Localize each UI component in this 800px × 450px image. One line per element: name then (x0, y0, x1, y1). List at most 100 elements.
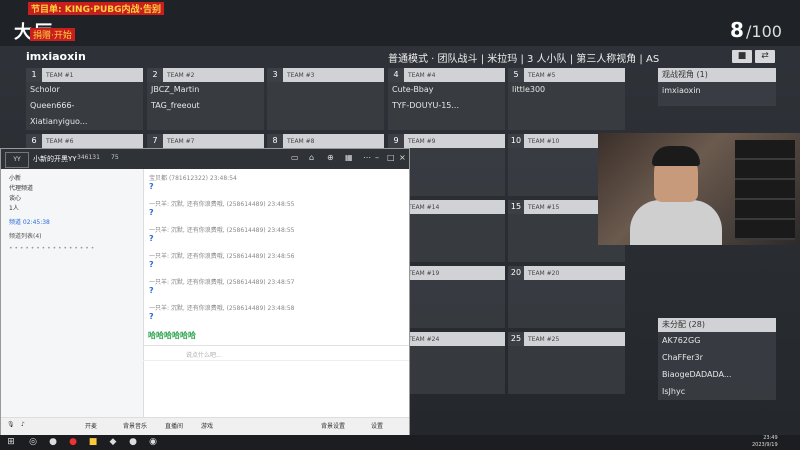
team-header: 20 TEAM #20 (508, 266, 625, 280)
app-icon[interactable]: ● (126, 435, 140, 450)
voice-chat-window[interactable]: YY 小新的开黑YY 346131 75 ▭ ⌂ ⊕ ▦ ⋯ – □ × 小新 … (0, 148, 410, 435)
team-label: TEAM #7 (167, 138, 195, 145)
message-header: 一只羊: 沉默, 还有你浪费哦, (258614489) 23:48:55 (149, 225, 294, 234)
swap-icon: ⇄ (761, 51, 769, 61)
bgm-button[interactable]: 背景音乐 (123, 421, 147, 430)
swap-button[interactable]: ⇄ (755, 50, 775, 63)
team-label: TEAM #19 (408, 270, 440, 277)
team-player[interactable]: little300 (508, 82, 625, 98)
team-number: 9 (388, 134, 404, 148)
screen-icon[interactable]: ▭ (291, 153, 299, 162)
message-text: ? (149, 312, 154, 321)
chat-room-name: 小新的开黑YY (33, 155, 77, 163)
team-header: 5 TEAM #5 (508, 68, 625, 82)
channel-row[interactable]: 小新 (9, 173, 21, 182)
unassigned-player[interactable]: IsJhyc (658, 383, 776, 400)
team-number: 2 (147, 68, 163, 82)
unassigned-panel[interactable]: 未分配 (28) AK762GG ChaFFer3r BiaogeDADADA.… (658, 318, 776, 400)
app-icon[interactable]: ◉ (146, 435, 160, 450)
spectate-title: 观战视角 (1) (658, 68, 776, 82)
team-slot[interactable]: 25 TEAM #25 (508, 332, 625, 394)
team-player[interactable]: Xiatianyiguo... (26, 114, 143, 130)
unassigned-player[interactable]: ChaFFer3r (658, 349, 776, 366)
team-number: 20 (508, 266, 524, 280)
minimize-icon[interactable]: – (375, 153, 379, 162)
app-icon[interactable]: ● (46, 435, 60, 450)
message-user: 宝贝都 (149, 175, 168, 182)
team-number: 3 (267, 68, 283, 82)
unassigned-player[interactable]: BiaogeDADADA... (658, 366, 776, 383)
team-player[interactable]: JBCZ_Martin (147, 82, 264, 98)
team-player[interactable]: Cute-Bbay (388, 82, 505, 98)
team-label: TEAM #6 (46, 138, 74, 145)
webcam-person-body (630, 200, 722, 245)
unassigned-player[interactable]: AK762GG (658, 332, 776, 349)
team-slot[interactable]: 5 TEAM #5 little300 (508, 68, 625, 130)
task-view-icon[interactable]: ◎ (26, 435, 40, 450)
taskbar-clock[interactable]: 23:49 2023/9/19 (752, 435, 778, 449)
hall-subtitle: 捐赠·开始 (30, 28, 75, 41)
webcam-person-hair (652, 146, 700, 166)
team-number: 25 (508, 332, 524, 346)
message-toolbar[interactable] (143, 345, 409, 361)
team-label: TEAM #24 (408, 336, 440, 343)
app-icon[interactable]: ■ (86, 435, 100, 450)
team-player[interactable]: Scholor (26, 82, 143, 98)
team-label: TEAM #2 (167, 72, 195, 79)
chat-online-count: 75 (111, 154, 119, 161)
app-icon[interactable]: ◆ (106, 435, 120, 450)
open-mic-button[interactable]: 开麦 (85, 421, 97, 430)
team-player[interactable]: Queen666- (26, 98, 143, 114)
close-icon[interactable]: × (399, 153, 406, 162)
maximize-icon[interactable]: □ (387, 153, 395, 162)
spectate-panel[interactable]: 观战视角 (1) imxiaoxin (658, 68, 776, 106)
gamepad-icon[interactable]: ⊕ (327, 153, 334, 162)
channel-row[interactable]: 代理频道 (9, 183, 33, 192)
team-slot[interactable]: 3 TEAM #3 (267, 68, 384, 130)
game-button[interactable]: 游戏 (201, 421, 213, 430)
message-header: 一只羊: 沉默, 还有你浪费哦, (258614489) 23:48:55 (149, 199, 294, 208)
live-room-button[interactable]: 直播间 (165, 421, 183, 430)
grid-icon[interactable]: ▦ (345, 153, 353, 162)
program-banner: 节目单: KING·PUBG内战·告别 (28, 2, 164, 15)
more-icon[interactable]: ⋯ (363, 153, 371, 162)
message-area[interactable]: 宝贝都 (781612322) 23:48:54? 一只羊: 沉默, 还有你浪费哦… (143, 169, 409, 344)
chat-titlebar[interactable]: YY 小新的开黑YY 346131 75 ▭ ⌂ ⊕ ▦ ⋯ – □ × (1, 149, 409, 169)
home-icon[interactable]: ⌂ (309, 153, 314, 162)
team-slot[interactable]: 4 TEAM #4 Cute-Bbay TYF-DOUYU-15... (388, 68, 505, 130)
lock-button[interactable]: ■ (732, 50, 752, 63)
message-user: 一只羊: 沉默, 还有你浪费哦, (149, 253, 225, 260)
team-header: 3 TEAM #3 (267, 68, 384, 82)
team-number: 10 (508, 134, 524, 148)
windows-start-icon[interactable]: ⊞ (4, 435, 18, 450)
team-slot[interactable]: 20 TEAM #20 (508, 266, 625, 328)
channel-timer: 频道 02:45:38 (9, 219, 50, 226)
team-slot[interactable]: 2 TEAM #2 JBCZ_Martin TAG_freeout (147, 68, 264, 130)
app-icon[interactable]: ● (66, 435, 80, 450)
clock-date: 2023/9/19 (752, 442, 778, 448)
spectate-player[interactable]: imxiaoxin (658, 82, 776, 99)
team-label: TEAM #4 (408, 72, 436, 79)
team-player[interactable]: TAG_freeout (147, 98, 264, 114)
chat-room-id: 346131 (77, 154, 100, 161)
team-player[interactable]: TYF-DOUYU-15... (388, 98, 505, 114)
volume-icon[interactable]: ♪ (21, 421, 25, 428)
message-meta: (258614489) 23:48:55 (226, 227, 295, 234)
message-meta: (258614489) 23:48:58 (226, 305, 295, 312)
team-header: 6 TEAM #6 (26, 134, 143, 148)
team-label: TEAM #10 (528, 138, 560, 145)
channel-row[interactable]: 谈心 (9, 193, 21, 202)
match-mode-info: 普通模式 · 团队战斗 | 米拉玛 | 3 人小队 | 第三人称视角 | AS (388, 54, 660, 65)
message-input[interactable]: 说点什么吧... (186, 350, 222, 359)
team-slot[interactable]: 1 TEAM #1 Scholor Queen666- Xiatianyiguo... (26, 68, 143, 130)
team-header: 25 TEAM #25 (508, 332, 625, 346)
message-text: ? (149, 260, 154, 269)
channel-row[interactable]: 1人 (9, 203, 19, 212)
mic-icon[interactable]: 🎙 (7, 421, 15, 428)
settings-button[interactable]: 设置 (371, 421, 383, 430)
channel-sidebar[interactable]: 小新 代理频道 谈心 1人 频道 02:45:38 频道列表(4) • • • … (1, 169, 144, 417)
yy-logo-icon: YY (5, 152, 29, 168)
message-user: 一只羊: 沉默, 还有你浪费哦, (149, 305, 225, 312)
bg-setting-button[interactable]: 背景设置 (321, 421, 345, 430)
unassigned-title: 未分配 (28) (658, 318, 776, 332)
